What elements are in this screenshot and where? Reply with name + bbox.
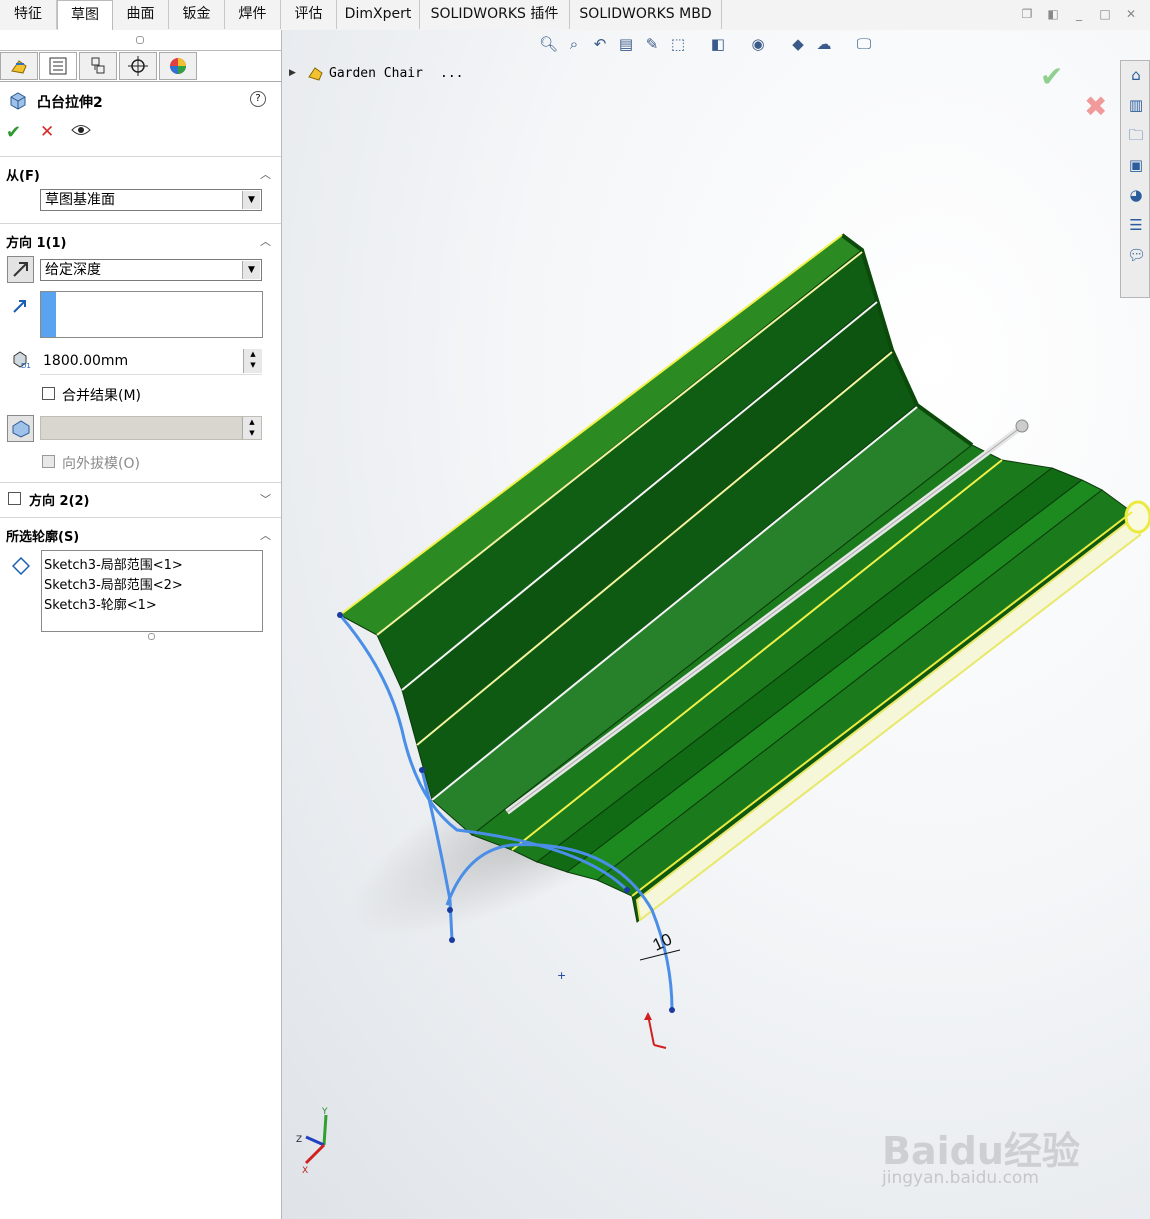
sketch-origin-icon	[644, 1012, 667, 1049]
tab-display-manager[interactable]	[159, 52, 197, 80]
tab-solidworks-addins[interactable]: SOLIDWORKS 插件	[420, 0, 570, 29]
custom-properties-icon[interactable]: ☰	[1127, 216, 1145, 234]
eye-icon	[71, 125, 91, 135]
selected-contours-list[interactable]: Sketch3-局部范围<1> Sketch3-局部范围<2> Sketch3-…	[41, 550, 263, 632]
tab-configuration-manager[interactable]	[79, 52, 117, 80]
drag-handle[interactable]	[1015, 419, 1029, 433]
forum-icon[interactable]: 💬︎	[1127, 246, 1146, 264]
draft-angle-spinner[interactable]: ▲ ▼	[242, 417, 261, 439]
feature-title: 凸台拉伸2	[37, 95, 103, 111]
property-manager-icon	[49, 57, 67, 75]
direction-vector-icon	[12, 298, 28, 314]
reverse-direction-button[interactable]	[7, 256, 34, 283]
boss-extrude-icon	[8, 90, 28, 110]
view-triad-icon: Y Z X	[296, 1107, 328, 1175]
dropdown-arrow-icon: ▼	[242, 261, 260, 279]
divider	[0, 81, 281, 82]
depth-input[interactable]: 1800.00mm ▲ ▼	[40, 349, 262, 375]
draft-icon	[12, 420, 30, 438]
splitter-handle[interactable]	[136, 36, 144, 44]
tab-feature-manager[interactable]	[0, 52, 38, 80]
tab-weldments[interactable]: 焊件	[225, 0, 281, 29]
tab-sheet-metal[interactable]: 钣金	[169, 0, 225, 29]
divider	[0, 517, 281, 518]
draft-toggle-button[interactable]	[7, 415, 34, 442]
task-pane: ⌂ ▥ 🗀 ▣ ◕ ☰ 💬︎	[1120, 60, 1150, 298]
merge-result-checkbox[interactable]	[42, 387, 55, 400]
reverse-arrow-icon	[13, 262, 28, 277]
configuration-icon	[91, 57, 105, 74]
tab-property-manager[interactable]	[39, 52, 77, 80]
depth-spinner[interactable]: ▲ ▼	[243, 349, 262, 373]
direction2-section-title: 方向 2(2)	[29, 494, 90, 509]
graphics-area[interactable]: 🔍︎ ⌕ ↶ ▤ ✎ ⬚ ◧ ◉ ◆ ☁ 🖵 ▶ Garden Chair ..…	[282, 30, 1150, 1219]
draft-outward-checkbox[interactable]	[42, 455, 55, 468]
home-icon[interactable]: ⌂	[1127, 66, 1145, 84]
collapse-chevron-icon[interactable]: ︿	[260, 166, 271, 182]
list-item[interactable]: Sketch3-局部范围<1>	[44, 554, 183, 573]
detailed-preview-button[interactable]	[71, 123, 91, 137]
direction2-checkbox[interactable]	[8, 492, 21, 505]
divider	[0, 482, 281, 483]
maximize-icon[interactable]: □	[1098, 7, 1112, 21]
from-condition-value: 草图基准面	[45, 192, 115, 208]
depth-value: 1800.00mm	[43, 353, 129, 369]
tab-sketch[interactable]: 草图	[57, 0, 113, 31]
draft-angle-input[interactable]: ▲ ▼	[40, 416, 262, 440]
divider	[0, 156, 281, 157]
tab-features[interactable]: 特征	[0, 0, 57, 29]
collapse-chevron-icon[interactable]: ︿	[260, 233, 271, 249]
divider	[0, 223, 281, 224]
file-explorer-icon[interactable]: 🗀	[1127, 126, 1145, 144]
from-section-title: 从(F)	[6, 169, 40, 184]
cancel-button[interactable]: ✕	[40, 122, 54, 142]
z-axis-label: Z	[296, 1135, 302, 1145]
restore-icon[interactable]: ❐	[1020, 7, 1034, 21]
help-icon[interactable]: ?	[250, 91, 266, 107]
dimension-value[interactable]: 10	[650, 930, 675, 955]
dropdown-arrow-icon: ▼	[242, 191, 260, 209]
view-palette-icon[interactable]: ▣	[1127, 156, 1145, 174]
resize-handle[interactable]	[148, 633, 155, 640]
minimize-icon[interactable]: _	[1072, 7, 1086, 21]
svg-text:D1: D1	[21, 362, 31, 370]
expand-chevron-icon[interactable]: ﹀	[260, 491, 271, 507]
close-icon[interactable]: ✕	[1124, 7, 1138, 21]
origin-point-icon: +	[557, 969, 566, 982]
merge-result-label: 合并结果(M)	[62, 388, 142, 404]
feature-tree-icon	[11, 60, 27, 74]
model-view[interactable]: 10 +	[282, 30, 1150, 1219]
divider	[0, 50, 281, 51]
tab-evaluate[interactable]: 评估	[281, 0, 337, 29]
list-item[interactable]: Sketch3-轮廓<1>	[44, 594, 157, 613]
tab-dimxpert-manager[interactable]	[119, 52, 157, 80]
tab-surfaces[interactable]: 曲面	[113, 0, 169, 29]
y-axis-label: Y	[321, 1107, 328, 1117]
from-condition-select[interactable]: 草图基准面 ▼	[40, 189, 262, 211]
split-icon[interactable]: ◧	[1046, 7, 1060, 21]
crosshair-icon	[128, 56, 148, 76]
command-manager-tabs: 特征 草图 曲面 钣金 焊件 评估 DimXpert SOLIDWORKS 插件…	[0, 0, 1150, 31]
tab-solidworks-mbd[interactable]: SOLIDWORKS MBD	[570, 0, 722, 29]
x-axis-label: X	[302, 1166, 308, 1175]
property-manager: 凸台拉伸2 ? ✔ ✕ 从(F) ︿ 草图基准面 ▼ 方向 1(1) ︿ 给定深…	[0, 30, 282, 1219]
tab-dimxpert[interactable]: DimXpert	[337, 0, 420, 29]
contour-selection-icon	[11, 556, 31, 576]
watermark-logo: Baidu经验	[882, 1129, 1080, 1173]
draft-outward-label: 向外拔模(O)	[62, 456, 140, 472]
selection-focus-bar	[41, 292, 56, 337]
watermark-url: jingyan.baidu.com	[882, 1168, 1039, 1188]
appearance-ball-icon	[170, 58, 186, 74]
end-condition-value: 给定深度	[45, 262, 101, 278]
depth-icon: D1	[10, 350, 32, 370]
collapse-chevron-icon[interactable]: ︿	[260, 527, 271, 543]
appearances-icon[interactable]: ◕	[1127, 186, 1145, 204]
selected-contours-title: 所选轮廓(S)	[6, 530, 80, 545]
design-library-icon[interactable]: ▥	[1127, 96, 1145, 114]
ok-button[interactable]: ✔	[6, 122, 21, 143]
list-item[interactable]: Sketch3-局部范围<2>	[44, 574, 183, 593]
direction1-section-title: 方向 1(1)	[6, 236, 67, 251]
end-condition-select[interactable]: 给定深度 ▼	[40, 259, 262, 281]
direction-selection-box[interactable]	[40, 291, 263, 338]
